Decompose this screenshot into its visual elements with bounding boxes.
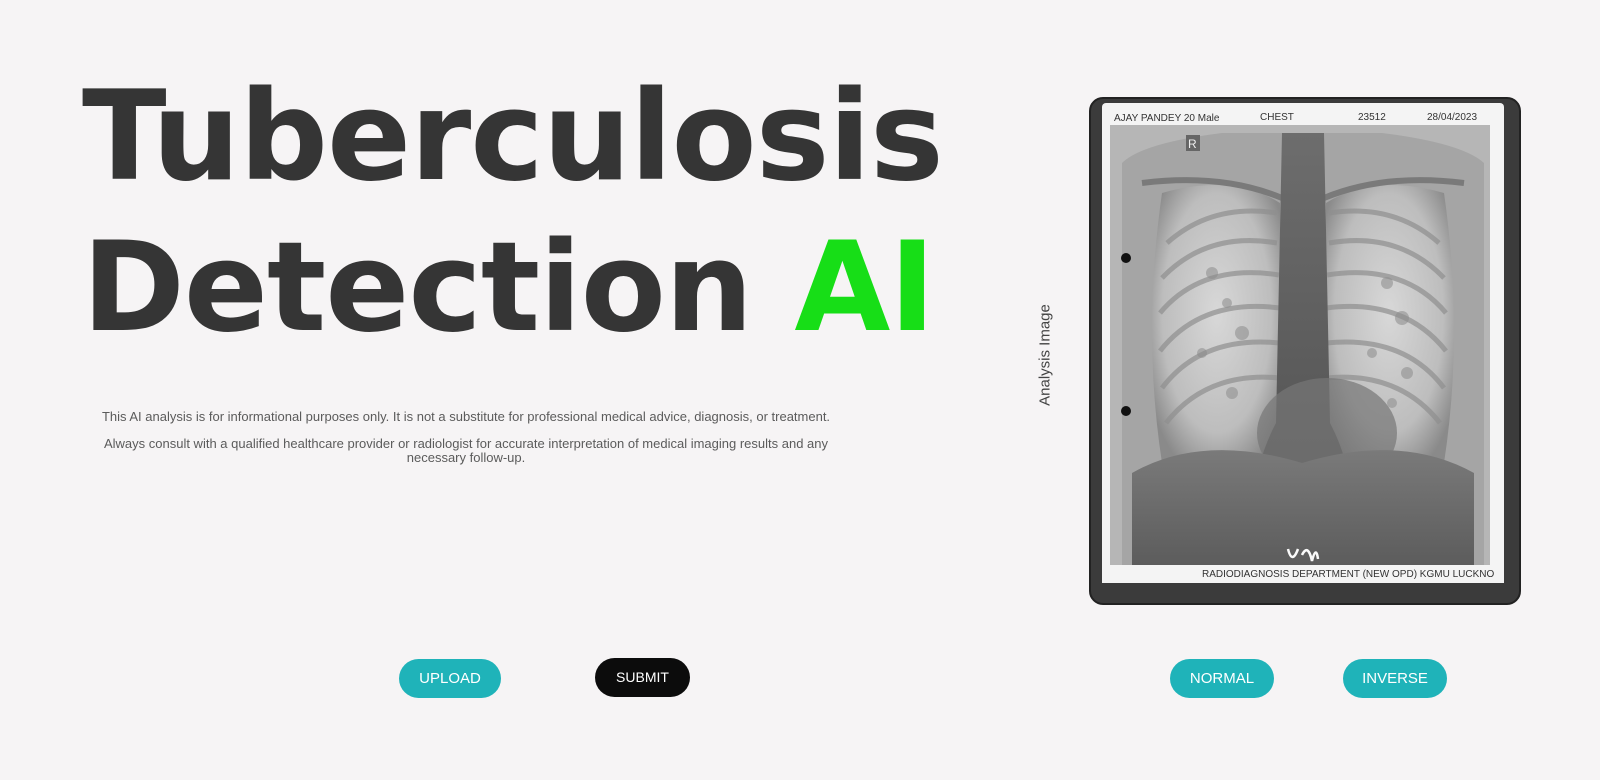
page-title-line-2: Detection AI — [82, 226, 935, 350]
analysis-image-frame: AJAY PANDEY 20 Male CHEST 23512 28/04/20… — [1089, 97, 1521, 605]
title-word-ai: AI — [794, 216, 935, 360]
disclaimer: This AI analysis is for informational pu… — [86, 410, 846, 478]
xray-department: RADIODIAGNOSIS DEPARTMENT (NEW OPD) KGMU… — [1202, 569, 1494, 580]
xray-region: CHEST — [1260, 112, 1294, 123]
submit-button[interactable]: SUBMIT — [595, 658, 690, 697]
page: Tuberculosis Detection AI This AI analys… — [0, 0, 1600, 780]
page-title-line-1: Tuberculosis — [82, 65, 944, 209]
analysis-image-label: Analysis Image — [1036, 304, 1054, 406]
upload-button[interactable]: UPLOAD — [399, 659, 501, 698]
xray-side-marker: R — [1188, 137, 1197, 151]
title-word-detection: Detection — [82, 216, 753, 360]
chest-xray-image: AJAY PANDEY 20 Male CHEST 23512 28/04/20… — [1102, 103, 1504, 583]
inverse-view-button[interactable]: INVERSE — [1343, 659, 1447, 698]
xray-date: 28/04/2023 — [1427, 112, 1477, 123]
xray-patient-name: AJAY PANDEY 20 Male — [1114, 113, 1220, 124]
disclaimer-line-1: This AI analysis is for informational pu… — [101, 409, 831, 424]
disclaimer-line-2: Always consult with a qualified healthca… — [103, 436, 829, 465]
xray-id: 23512 — [1358, 112, 1386, 123]
normal-view-button[interactable]: NORMAL — [1170, 659, 1274, 698]
